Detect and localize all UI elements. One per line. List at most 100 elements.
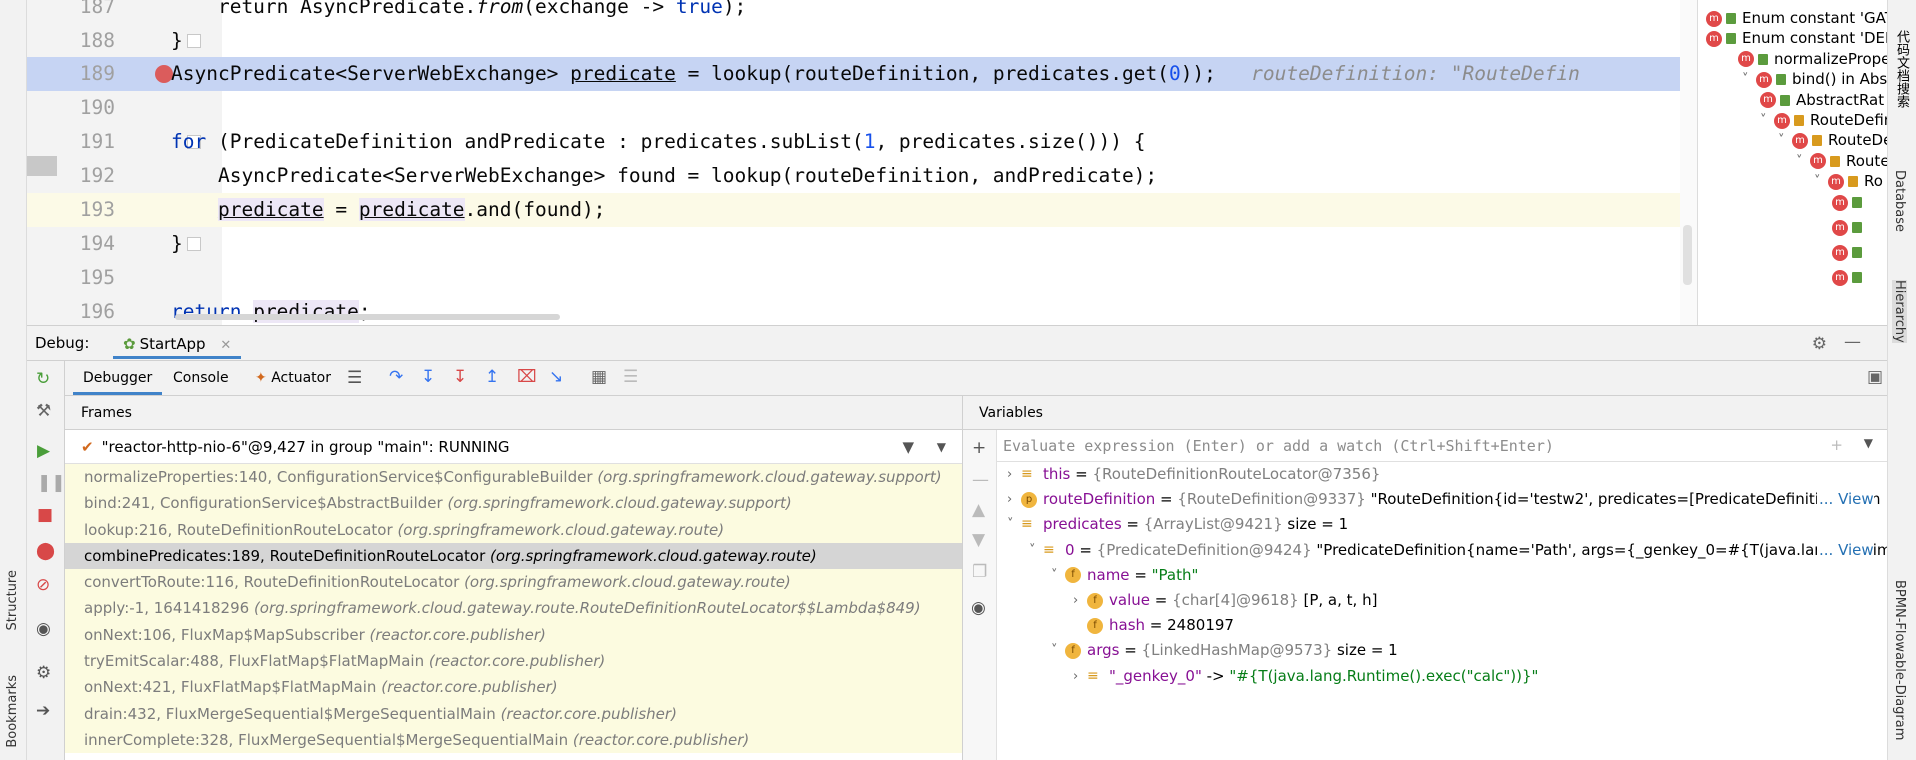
evaluate-expression-input[interactable]: Evaluate expression (Enter) or add a wat… [963, 430, 1887, 462]
watch-dropdown-icon[interactable]: ▼ [1864, 436, 1873, 450]
view-link[interactable]: ... View [1817, 537, 1874, 563]
stack-frame[interactable]: convertToRoute:116, RouteDefinitionRoute… [65, 569, 962, 596]
database-tab[interactable]: Database [1892, 170, 1907, 232]
move-up-icon[interactable]: ▲ [972, 500, 985, 520]
variable-row[interactable]: › ≡ "_genkey_0" -> "#{T(java.lang.Runtime(… [997, 664, 1887, 689]
stack-frame[interactable]: normalizeProperties:140, ConfigurationSe… [65, 464, 962, 491]
resume-icon[interactable]: ▶ [37, 441, 50, 461]
structure-item[interactable]: m [1832, 215, 1868, 240]
fold-marker-icon[interactable] [187, 237, 201, 251]
code-line[interactable]: 194} [27, 227, 1697, 261]
editor-horizontal-scrollbar[interactable] [175, 314, 560, 320]
view-breakpoints-icon[interactable]: ⬤ [36, 541, 55, 561]
method-icon: m [1706, 30, 1722, 47]
run-config-tab[interactable]: ✿ StartApp ✕ [113, 329, 242, 359]
expand-arrow-icon[interactable]: ˅ [1029, 538, 1043, 563]
rerun-icon[interactable]: ↻ [36, 369, 50, 389]
drop-frame-icon[interactable]: ⌧ [517, 367, 537, 387]
stack-frame[interactable]: apply:-1, 1641418296 (org.springframewor… [65, 595, 962, 622]
expand-arrow-icon[interactable]: › [1007, 487, 1021, 512]
variable-row[interactable]: ˅ ≡ 0 = {PredicateDefinition@9424} "Predic… [997, 537, 1887, 563]
chevron-down-icon[interactable]: ▼ [937, 430, 946, 464]
code-line[interactable]: 188} [27, 24, 1697, 58]
variable-row[interactable]: f hash = 2480197 [997, 613, 1887, 638]
close-icon[interactable]: ✕ [220, 338, 231, 353]
view-link[interactable]: ... View [1817, 487, 1874, 513]
thread-selector[interactable]: ✔ "reactor-http-nio-6"@9,427 in group "ma… [65, 430, 962, 464]
variable-row[interactable]: › ≡ this = {RouteDefinitionRouteLocator@73… [997, 462, 1887, 487]
minimize-icon[interactable]: — [1844, 332, 1861, 352]
stack-frame[interactable]: innerComplete:328, FluxMergeSequential$M… [65, 726, 962, 754]
code-line[interactable]: 191 for (PredicateDefinition andPredicate… [27, 125, 1697, 159]
stack-frame[interactable]: drain:432, FluxMergeSequential$MergeSequ… [65, 700, 962, 727]
expand-arrow-icon[interactable]: ˅ [1760, 108, 1774, 133]
code-line[interactable]: 187 return AsyncPredicate.from(exchange … [27, 0, 1697, 24]
menu-icon[interactable]: ☰ [347, 368, 362, 388]
code-line[interactable]: 193 predicate = predicate.and(found); [27, 193, 1697, 227]
mute-breakpoints-icon[interactable]: ⊘ [36, 575, 50, 595]
code-line[interactable]: 189 AsyncPredicate<ServerWebExchange> pre… [27, 57, 1697, 91]
code-line[interactable]: 192 AsyncPredicate<ServerWebExchange> fo… [27, 159, 1697, 193]
tab-console[interactable]: Console [163, 361, 239, 395]
structure-item[interactable]: m [1832, 240, 1868, 265]
expand-arrow-icon[interactable]: ˅ [1051, 563, 1065, 588]
eye-icon[interactable]: ◉ [971, 598, 986, 618]
pin-icon[interactable]: ➔ [36, 701, 50, 721]
camera-icon[interactable]: ◉ [36, 619, 51, 639]
structure-item[interactable]: m [1832, 265, 1868, 290]
structure-item[interactable]: m [1832, 190, 1868, 215]
stack-frame[interactable]: lookup:216, RouteDefinitionRouteLocator … [65, 516, 962, 543]
expand-arrow-icon[interactable]: ˅ [1007, 512, 1021, 537]
tab-actuator[interactable]: ✦ Actuator [249, 361, 337, 395]
code-doc-search-tab[interactable]: 代码文档搜索 [1892, 30, 1911, 108]
layout-icon[interactable]: ▣ [1867, 367, 1883, 387]
pause-icon[interactable]: ❚❚ [37, 473, 66, 493]
run-to-cursor-icon[interactable]: ↘ [549, 367, 563, 387]
filter-icon[interactable]: ▼ [902, 430, 914, 464]
force-step-into-icon[interactable]: ↧ [453, 367, 467, 387]
trace-icon[interactable]: ☰ [623, 367, 638, 387]
remove-icon[interactable]: — [972, 470, 989, 490]
bookmarks-tab[interactable]: Bookmarks [5, 675, 20, 748]
bpmn-diagram-tab[interactable]: BPMN-Flowable-Diagram [1892, 580, 1907, 740]
variable-row[interactable]: ˅ f args = {LinkedHashMap@9573} size = 1 [997, 638, 1887, 663]
expand-arrow-icon[interactable]: › [1073, 588, 1087, 613]
code-line[interactable]: 196 return predicate; [27, 295, 1697, 329]
stack-frame[interactable]: bind:241, ConfigurationService$AbstractB… [65, 490, 962, 517]
stop-icon[interactable]: ■ [37, 505, 53, 525]
variable-row[interactable]: › f value = {char[4]@9618} [P, a, t, h] [997, 588, 1887, 613]
stack-frame[interactable]: tryEmitScalar:488, FluxFlatMap$FlatMapMa… [65, 648, 962, 675]
move-down-icon[interactable]: ▼ [972, 530, 985, 550]
stack-frame[interactable]: onNext:106, FluxMap$MapSubscriber (react… [65, 621, 962, 649]
stack-frame[interactable]: combinePredicates:189, RouteDefinitionRo… [65, 542, 962, 570]
settings-icon[interactable]: ⚙ [36, 663, 51, 683]
expand-arrow-icon[interactable]: › [1007, 462, 1021, 487]
expand-arrow-icon[interactable]: ˅ [1051, 638, 1065, 663]
expand-arrow-icon[interactable]: ˅ [1742, 67, 1756, 92]
editor-vertical-scrollbar[interactable] [1680, 0, 1697, 325]
hierarchy-tab[interactable]: Hierarchy [1892, 280, 1907, 343]
fold-marker-icon[interactable] [187, 34, 201, 48]
frames-header: Frames [65, 396, 962, 430]
step-out-icon[interactable]: ↥ [485, 367, 499, 387]
expand-arrow-icon[interactable]: › [1073, 664, 1087, 689]
step-over-icon[interactable]: ↷ [389, 367, 403, 387]
code-line[interactable]: 190 [27, 91, 1697, 125]
variable-row[interactable]: › p routeDefinition = {RouteDefinition@933… [997, 487, 1887, 513]
step-into-icon[interactable]: ↧ [421, 367, 435, 387]
evaluate-icon[interactable]: ▦ [591, 367, 607, 387]
add-icon[interactable]: + [972, 438, 986, 458]
expand-arrow-icon[interactable]: ˅ [1814, 169, 1828, 194]
stack-frame[interactable]: onNext:421, FluxFlatMap$FlatMapMain (rea… [65, 674, 962, 701]
add-watch-icon[interactable]: + [1830, 436, 1843, 454]
variable-row[interactable]: ˅ f name = "Path" [997, 563, 1887, 588]
expand-arrow-icon[interactable]: ˅ [1796, 149, 1810, 174]
copy-icon[interactable]: ❐ [972, 562, 987, 582]
variable-row[interactable]: ˅ ≡ predicates = {ArrayList@9421} size = 1 [997, 512, 1887, 537]
modify-config-icon[interactable]: ⚒ [36, 401, 51, 421]
settings-gear-icon[interactable]: ⚙ [1812, 334, 1827, 354]
expand-arrow-icon[interactable]: ˅ [1778, 128, 1792, 153]
tab-debugger[interactable]: Debugger [73, 361, 163, 395]
code-line[interactable]: 195 [27, 261, 1697, 295]
structure-tab[interactable]: Structure [5, 570, 20, 630]
